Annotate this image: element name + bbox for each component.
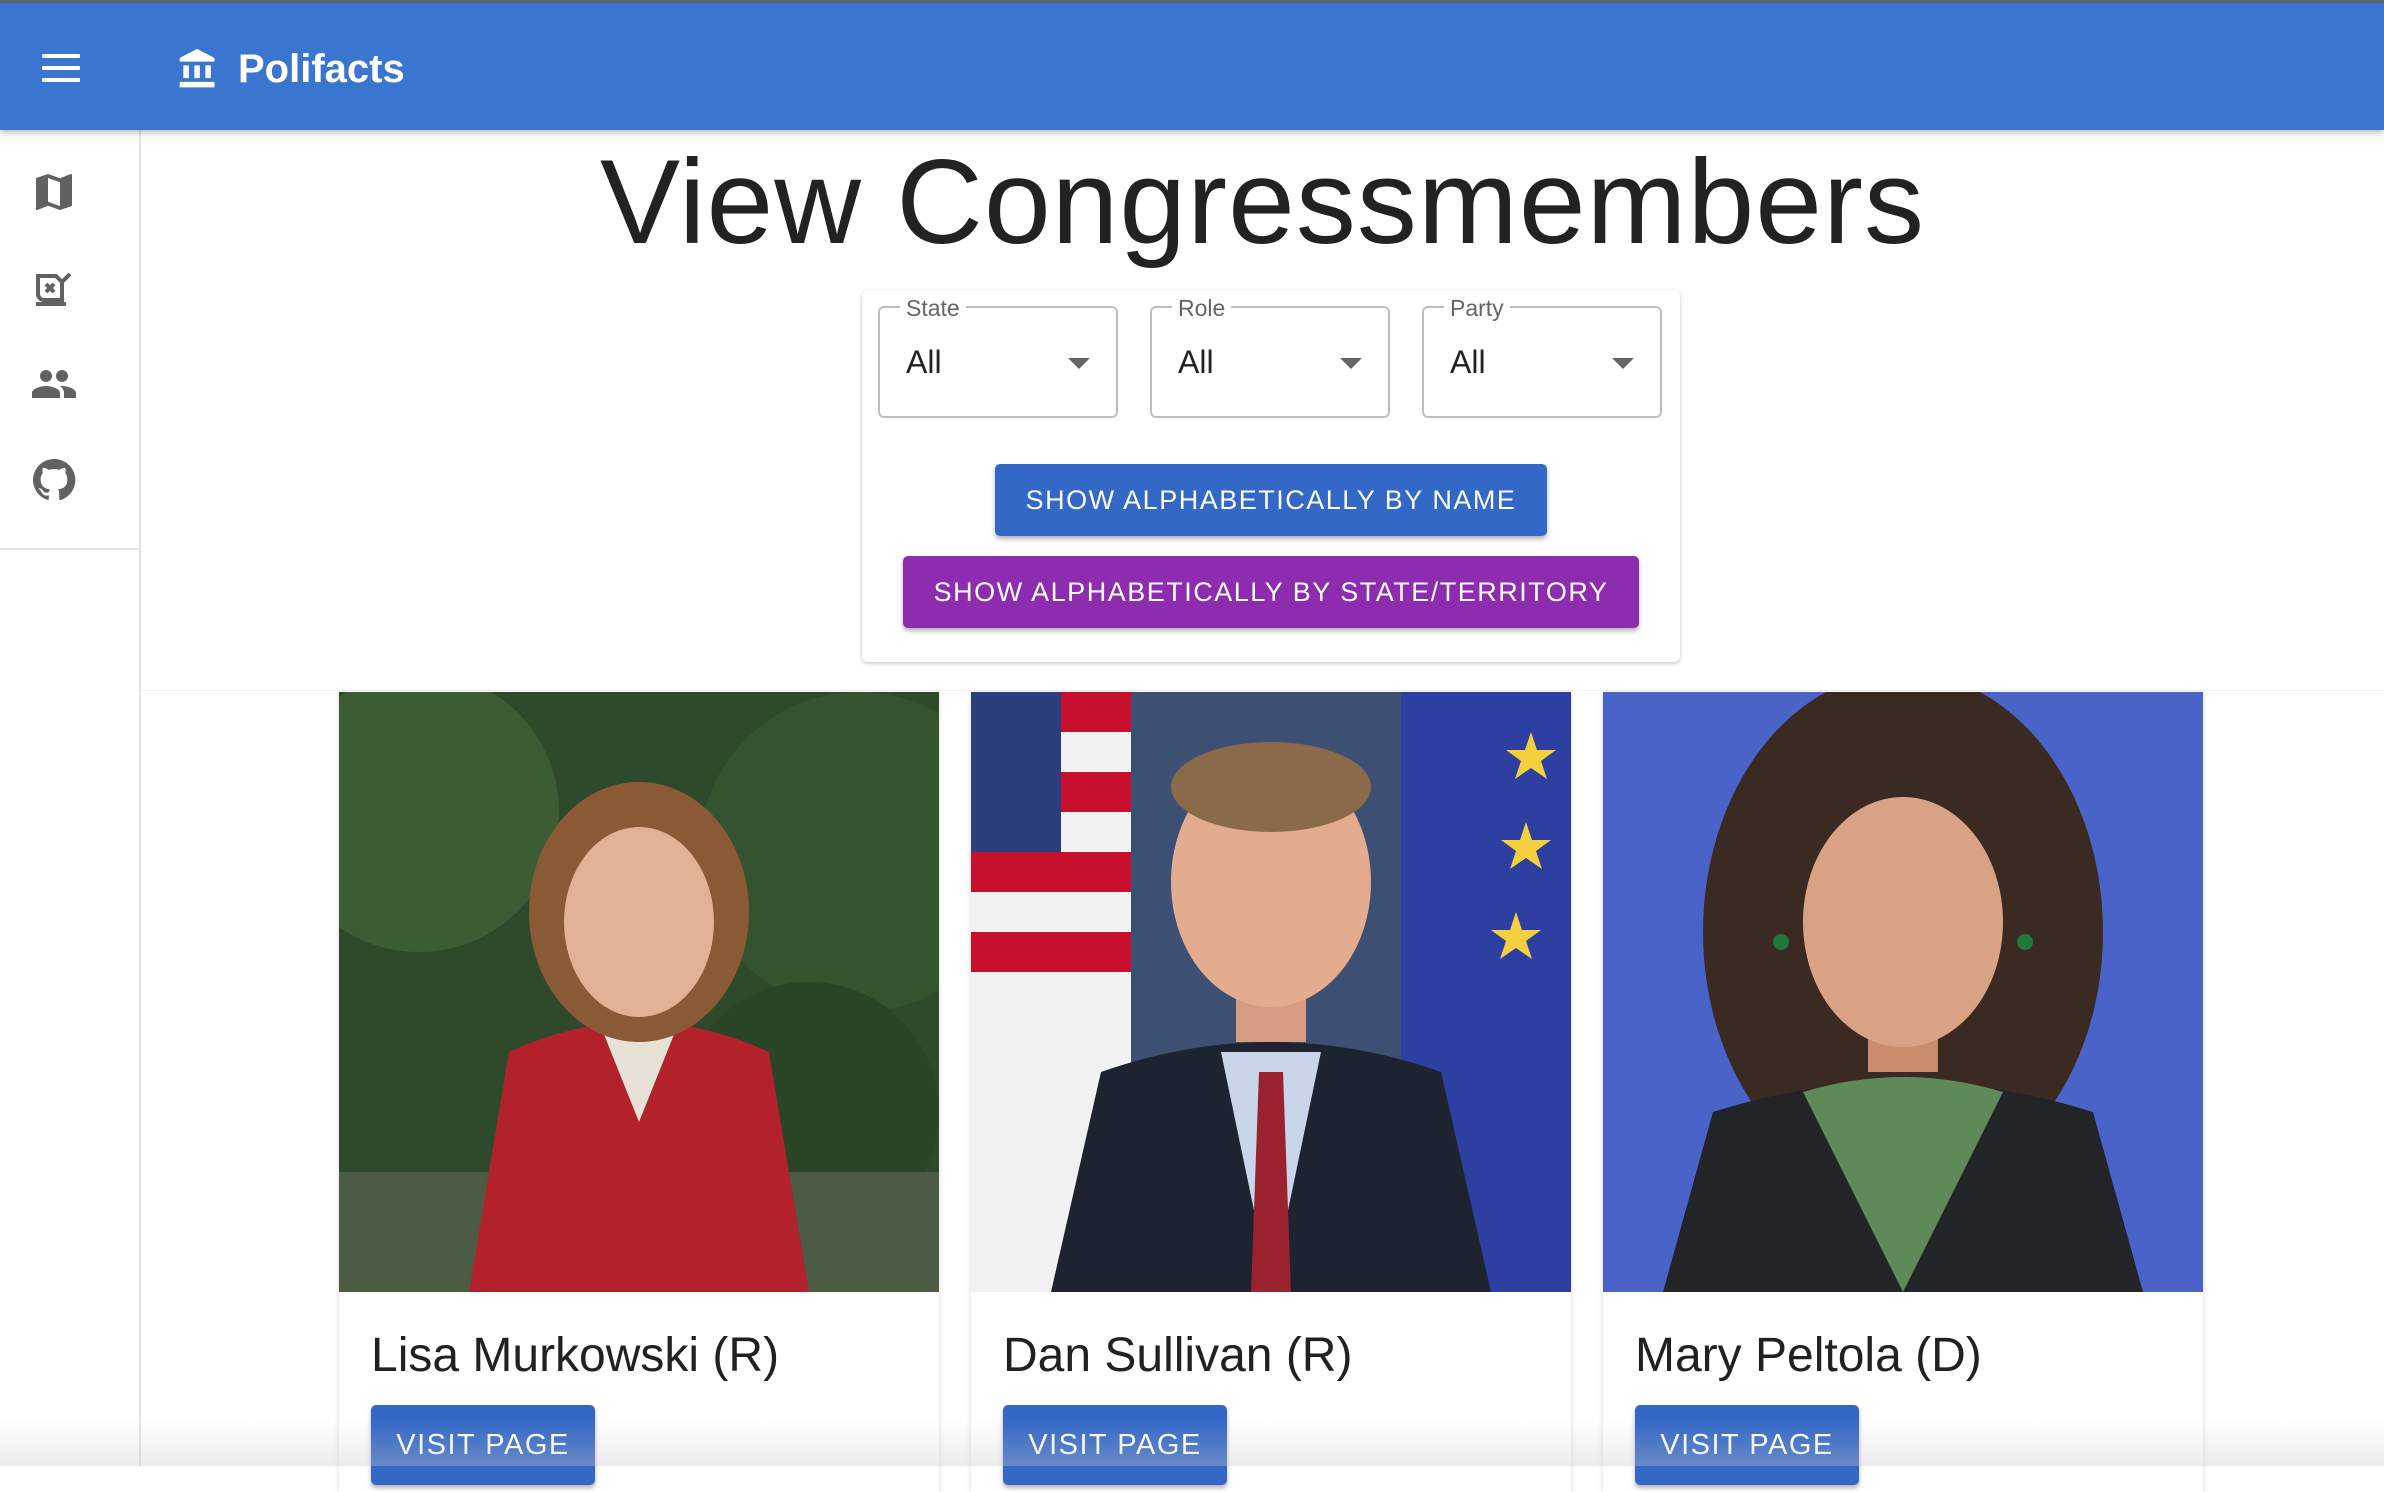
- state-select[interactable]: State All: [878, 295, 1118, 418]
- nav-item-legislation[interactable]: [0, 240, 139, 336]
- state-select-label: State: [900, 295, 966, 322]
- portrait-image: [1603, 692, 2203, 1292]
- role-select-value: All: [1178, 344, 1214, 380]
- visit-page-button[interactable]: VISIT PAGE: [1003, 1405, 1227, 1485]
- people-icon: [32, 370, 76, 398]
- github-icon: [33, 458, 76, 501]
- party-select-value: All: [1450, 344, 1486, 380]
- menu-icon-bar: [42, 78, 80, 82]
- member-card: Dan Sullivan (R) VISIT PAGE: [971, 692, 1571, 1492]
- member-card: Lisa Murkowski (R) VISIT PAGE: [339, 692, 939, 1492]
- caret-down-icon: [1068, 358, 1090, 369]
- sort-by-name-button[interactable]: SHOW ALPHABETICALLY BY NAME: [995, 464, 1547, 536]
- nav-item-github[interactable]: [0, 432, 139, 528]
- member-name: Lisa Murkowski (R): [371, 1329, 780, 1382]
- caret-down-icon: [1340, 358, 1362, 369]
- menu-icon: [42, 54, 80, 58]
- member-photo[interactable]: [339, 692, 939, 1292]
- app-brand[interactable]: Polifacts: [176, 41, 405, 97]
- map-icon: [36, 174, 72, 210]
- caret-down-icon: [1612, 358, 1634, 369]
- sort-by-state-button[interactable]: SHOW ALPHABETICALLY BY STATE/TERRITORY: [903, 556, 1639, 628]
- section-divider: [141, 690, 2384, 691]
- member-name: Mary Peltola (D): [1635, 1329, 1982, 1382]
- menu-icon-bar: [42, 66, 80, 70]
- visit-page-button[interactable]: VISIT PAGE: [1635, 1405, 1859, 1485]
- party-select[interactable]: Party All: [1422, 295, 1662, 418]
- portrait-image: [971, 692, 1571, 1292]
- role-select-label: Role: [1172, 295, 1232, 322]
- app-title: Polifacts: [238, 46, 405, 91]
- portrait-image: [339, 692, 939, 1292]
- page-title: View Congressmembers: [600, 135, 1925, 269]
- drawer-nav-list: [0, 130, 139, 550]
- state-select-value: All: [906, 344, 942, 380]
- party-select-label: Party: [1444, 295, 1510, 322]
- app-bar: Polifacts: [0, 0, 2384, 130]
- member-card: Mary Peltola (D) VISIT PAGE: [1603, 692, 2203, 1492]
- filter-card: State All Role All Party All SHOW ALPHAB…: [862, 290, 1680, 662]
- member-photo[interactable]: [971, 692, 1571, 1292]
- legislation-icon: [36, 272, 72, 306]
- member-name: Dan Sullivan (R): [1003, 1329, 1353, 1382]
- nav-item-people[interactable]: [0, 336, 139, 432]
- role-select[interactable]: Role All: [1150, 295, 1390, 418]
- visit-page-button[interactable]: VISIT PAGE: [371, 1405, 595, 1485]
- menu-button[interactable]: [30, 43, 92, 93]
- bank-icon: [179, 48, 215, 88]
- side-drawer: [0, 130, 141, 1466]
- nav-item-map[interactable]: [0, 144, 139, 240]
- member-photo[interactable]: [1603, 692, 2203, 1292]
